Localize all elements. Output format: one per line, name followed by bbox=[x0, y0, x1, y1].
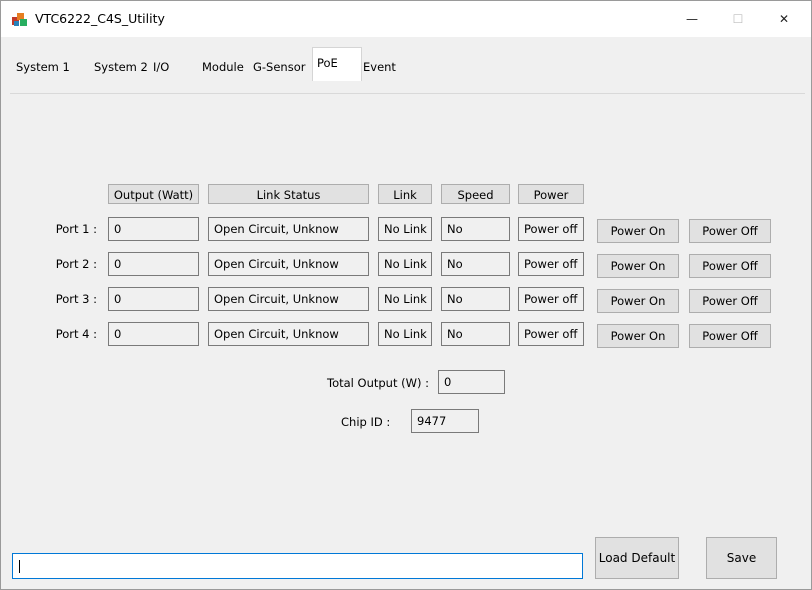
save-button[interactable]: Save bbox=[706, 537, 777, 579]
port-power-off-button[interactable]: Power Off bbox=[689, 289, 771, 313]
port-power-off-button[interactable]: Power Off bbox=[689, 254, 771, 278]
port-link-status-field: Open Circuit, Unknow bbox=[208, 322, 369, 346]
close-button[interactable]: ✕ bbox=[761, 1, 807, 37]
chip-id-label: Chip ID : bbox=[341, 415, 391, 429]
chip-id-field: 9477 bbox=[411, 409, 479, 433]
port-label: Port 2 : bbox=[55, 257, 97, 271]
port-power-on-button[interactable]: Power On bbox=[597, 219, 679, 243]
load-default-button[interactable]: Load Default bbox=[595, 537, 679, 579]
port-power-on-button[interactable]: Power On bbox=[597, 324, 679, 348]
poe-panel bbox=[10, 94, 805, 529]
minimize-button[interactable]: — bbox=[669, 1, 715, 37]
port-power-field: Power off bbox=[518, 252, 584, 276]
port-power-field: Power off bbox=[518, 217, 584, 241]
port-link-field: No Link bbox=[378, 287, 432, 311]
tab-event[interactable]: Event bbox=[359, 54, 400, 80]
port-output-field: 0 bbox=[108, 252, 199, 276]
port-link-status-field: Open Circuit, Unknow bbox=[208, 252, 369, 276]
port-output-field: 0 bbox=[108, 322, 199, 346]
port-power-on-button[interactable]: Power On bbox=[597, 254, 679, 278]
header-output: Output (Watt) bbox=[108, 184, 199, 204]
status-input[interactable] bbox=[12, 553, 583, 579]
port-power-on-button[interactable]: Power On bbox=[597, 289, 679, 313]
header-speed: Speed bbox=[441, 184, 510, 204]
port-power-field: Power off bbox=[518, 322, 584, 346]
tab-g-sensor[interactable]: G-Sensor bbox=[249, 54, 309, 80]
port-output-field: 0 bbox=[108, 287, 199, 311]
port-label: Port 4 : bbox=[55, 327, 97, 341]
port-speed-field: No bbox=[441, 287, 510, 311]
port-speed-field: No bbox=[441, 217, 510, 241]
close-icon: ✕ bbox=[778, 12, 790, 26]
port-output-field: 0 bbox=[108, 217, 199, 241]
port-speed-field: No bbox=[441, 322, 510, 346]
app-window: VTC6222_C4S_Utility — ☐ ✕ System 1 Syste… bbox=[0, 0, 812, 590]
tab-poe[interactable]: PoE bbox=[312, 47, 362, 81]
maximize-button[interactable]: ☐ bbox=[715, 1, 761, 37]
port-power-off-button[interactable]: Power Off bbox=[689, 219, 771, 243]
header-power: Power bbox=[518, 184, 584, 204]
total-output-label: Total Output (W) : bbox=[327, 376, 429, 390]
port-link-field: No Link bbox=[378, 217, 432, 241]
text-caret bbox=[19, 560, 20, 573]
tab-strip: System 1 System 2 I/O Module G-Sensor Po… bbox=[10, 41, 805, 93]
title-bar: VTC6222_C4S_Utility — ☐ ✕ bbox=[1, 1, 811, 37]
header-link-status: Link Status bbox=[208, 184, 369, 204]
port-link-field: No Link bbox=[378, 252, 432, 276]
total-output-field: 0 bbox=[438, 370, 505, 394]
port-label: Port 3 : bbox=[55, 292, 97, 306]
port-link-status-field: Open Circuit, Unknow bbox=[208, 287, 369, 311]
window-title: VTC6222_C4S_Utility bbox=[35, 11, 165, 26]
tab-system-1[interactable]: System 1 bbox=[12, 54, 74, 80]
port-power-off-button[interactable]: Power Off bbox=[689, 324, 771, 348]
port-link-field: No Link bbox=[378, 322, 432, 346]
app-icon bbox=[12, 13, 27, 26]
port-power-field: Power off bbox=[518, 287, 584, 311]
port-label: Port 1 : bbox=[55, 222, 97, 236]
tab-module[interactable]: Module bbox=[198, 54, 248, 80]
tab-io[interactable]: I/O bbox=[149, 54, 173, 80]
maximize-icon: ☐ bbox=[732, 12, 744, 26]
port-speed-field: No bbox=[441, 252, 510, 276]
minimize-icon: — bbox=[686, 12, 698, 26]
port-link-status-field: Open Circuit, Unknow bbox=[208, 217, 369, 241]
header-link: Link bbox=[378, 184, 432, 204]
tab-system-2[interactable]: System 2 bbox=[90, 54, 152, 80]
